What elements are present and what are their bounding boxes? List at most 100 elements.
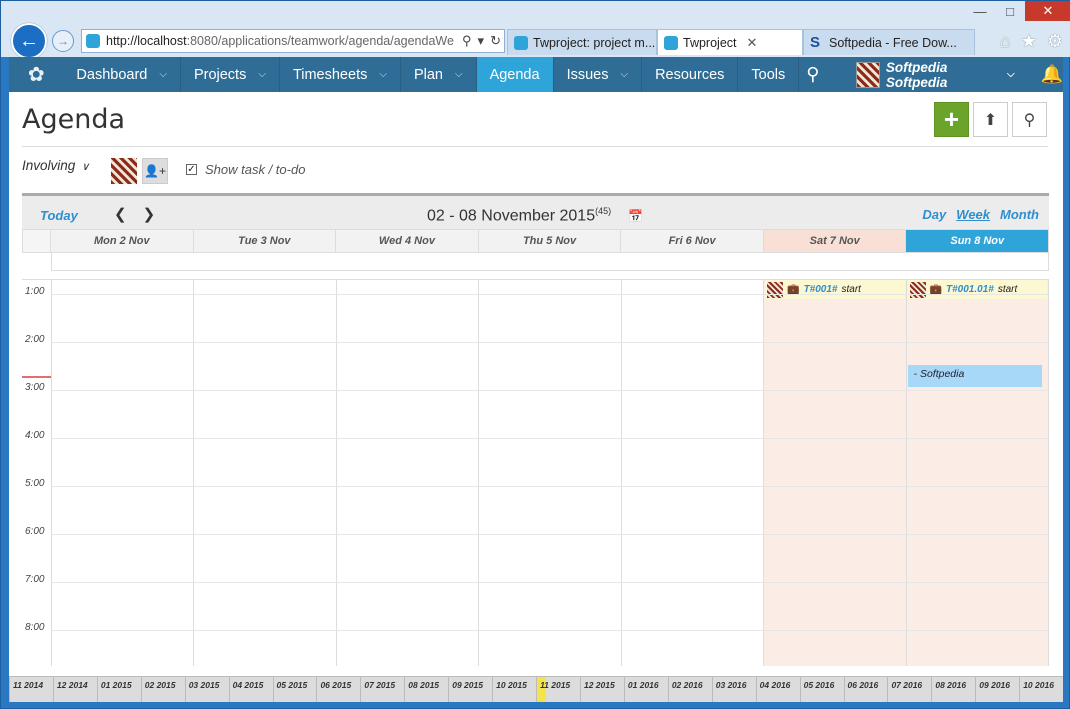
day-header[interactable]: Sat 7 Nov [763, 229, 907, 253]
search-icon[interactable]: ⚲ [799, 57, 826, 92]
calendar-picker-icon[interactable]: 📅 [628, 209, 643, 223]
timeline-month[interactable]: 11 2015 [536, 677, 580, 702]
home-icon[interactable]: ⌂ [1000, 31, 1011, 52]
day-column[interactable] [478, 280, 620, 666]
settings-gear-icon[interactable]: ⚙ [1047, 31, 1063, 52]
nav-item-agenda[interactable]: Agenda [476, 57, 554, 92]
add-user-icon[interactable]: 👤+ [142, 158, 168, 184]
timeline-month[interactable]: 01 2016 [623, 677, 668, 702]
hour-line [51, 534, 1049, 535]
nav-item-plan[interactable]: Plan ⌵ [401, 57, 477, 92]
minimize-icon[interactable]: — [965, 1, 995, 21]
today-link[interactable]: Today [40, 208, 78, 223]
browser-tab[interactable]: Twproject: project m... [507, 29, 657, 55]
timeline-month[interactable]: 05 2015 [272, 677, 317, 702]
nav-item-projects[interactable]: Projects ⌵ [181, 57, 280, 92]
day-header[interactable]: Tue 3 Nov [193, 229, 337, 253]
timeline-month[interactable]: 02 2015 [140, 677, 185, 702]
day-column[interactable] [193, 280, 335, 666]
close-tab-icon[interactable]: ✕ [747, 35, 758, 51]
timeline-month-label: 11 2014 [13, 680, 44, 690]
timeline-month[interactable]: 06 2015 [316, 677, 360, 702]
address-url[interactable]: http://localhost:8080/applications/teamw… [106, 34, 456, 48]
nav-item-dashboard[interactable]: Dashboard ⌵ [63, 57, 181, 92]
refresh-icon[interactable]: ↻ [490, 33, 501, 49]
day-column[interactable]: 💼 T#001.01# start - Softpedia [905, 280, 1049, 666]
day-header[interactable]: Wed 4 Nov [336, 229, 479, 253]
day-column[interactable] [335, 280, 478, 666]
day-column[interactable]: 💼 T#001# start [763, 280, 906, 666]
window-controls: — □ ✕ [965, 1, 1070, 23]
timeline-month[interactable]: 07 2015 [360, 677, 404, 702]
timeline-month[interactable]: 11 2014 [9, 677, 53, 702]
timeline-month[interactable]: 12 2015 [579, 677, 624, 702]
task-event[interactable]: 💼 T#001# start [765, 280, 905, 299]
week-calendar: Today ❮ ❯ 02 - 08 November 2015(45) 📅 Da… [22, 193, 1050, 666]
timeline-month[interactable]: 02 2016 [667, 677, 712, 702]
day-header[interactable]: Sun 8 Nov [906, 229, 1050, 253]
nav-item-issues[interactable]: Issues ⌵ [554, 57, 643, 92]
browser-tab[interactable]: Twproject ✕ [657, 29, 803, 55]
forward-button[interactable]: → [52, 30, 74, 52]
appointment-event[interactable]: - Softpedia [907, 365, 1042, 387]
nav-item-tools[interactable]: Tools [738, 57, 800, 92]
task-event[interactable]: 💼 T#001.01# start [907, 280, 1047, 299]
user-menu[interactable]: Softpedia Softpedia ⌵ [856, 57, 1015, 92]
browser-tab[interactable]: S Softpedia - Free Dow... [803, 29, 975, 55]
view-month[interactable]: Month [1000, 207, 1039, 222]
view-day[interactable]: Day [922, 207, 946, 222]
previous-week-icon[interactable]: ❮ [114, 205, 127, 223]
view-week[interactable]: Week [956, 207, 990, 222]
timeline-month[interactable]: 01 2015 [96, 677, 141, 702]
day-header[interactable]: Mon 2 Nov [51, 229, 194, 253]
timeline-month[interactable]: 12 2014 [52, 677, 97, 702]
timeline-month[interactable]: 04 2016 [755, 677, 800, 702]
day-header[interactable]: Thu 5 Nov [478, 229, 622, 253]
timeline-month-label: 12 2014 [56, 680, 88, 690]
dropdown-icon[interactable]: ▾ [478, 33, 485, 49]
site-favicon-icon [86, 34, 100, 48]
user-avatar[interactable] [111, 158, 137, 184]
hour-line [51, 390, 1049, 391]
twproject-logo-icon[interactable]: ✿ [9, 57, 63, 92]
bell-icon[interactable]: 🔔 [1041, 57, 1063, 92]
timeline-month[interactable]: 08 2016 [931, 677, 975, 702]
timeline-month-label: 10 2015 [496, 680, 527, 690]
timeline-month[interactable]: 07 2016 [887, 677, 931, 702]
favorites-star-icon[interactable]: ★ [1021, 31, 1037, 52]
timeline-month[interactable]: 04 2015 [228, 677, 273, 702]
timeline-month[interactable]: 10 2015 [492, 677, 536, 702]
day-header[interactable]: Fri 6 Nov [621, 229, 764, 253]
add-button[interactable]: + [934, 102, 969, 137]
close-window-icon[interactable]: ✕ [1025, 1, 1070, 21]
search-icon[interactable]: ⚲ [1012, 102, 1047, 137]
timeline-month[interactable]: 08 2015 [404, 677, 448, 702]
tab-label: Twproject [683, 35, 737, 50]
checkbox[interactable]: ✓ [186, 164, 197, 175]
export-icon[interactable]: ⬆ [973, 102, 1008, 137]
all-day-row[interactable] [51, 253, 1049, 271]
day-column[interactable] [620, 280, 763, 666]
timeline-month[interactable]: 05 2016 [799, 677, 844, 702]
timeline-month[interactable]: 10 2016 [1019, 677, 1063, 702]
address-bar[interactable]: http://localhost:8080/applications/teamw… [81, 29, 505, 53]
twproject-icon [514, 35, 528, 50]
show-task-toggle[interactable]: ✓ Show task / to-do [186, 162, 305, 177]
involving-dropdown[interactable]: Involving ∨ [22, 158, 89, 173]
calendar-header: Today ❮ ❯ 02 - 08 November 2015(45) 📅 Da… [22, 193, 1049, 229]
nav-item-resources[interactable]: Resources [642, 57, 739, 92]
timeline-month[interactable]: 03 2015 [184, 677, 229, 702]
nav-item-timesheets[interactable]: Timesheets ⌵ [280, 57, 401, 92]
search-icon[interactable]: ⚲ [462, 33, 472, 49]
hour-label: 5:00 [25, 478, 45, 489]
timeline-month[interactable]: 09 2016 [975, 677, 1019, 702]
next-week-icon[interactable]: ❯ [143, 205, 156, 223]
timeline-month-label: 06 2016 [847, 680, 879, 690]
day-column[interactable] [51, 280, 193, 666]
maximize-icon[interactable]: □ [995, 1, 1025, 21]
timeline-month[interactable]: 06 2016 [843, 677, 888, 702]
browser-tabs: Twproject: project m... Twproject ✕ S Softpe… [507, 29, 975, 55]
back-button[interactable]: ← [11, 23, 47, 59]
timeline-month[interactable]: 09 2015 [448, 677, 492, 702]
timeline-month[interactable]: 03 2016 [711, 677, 756, 702]
